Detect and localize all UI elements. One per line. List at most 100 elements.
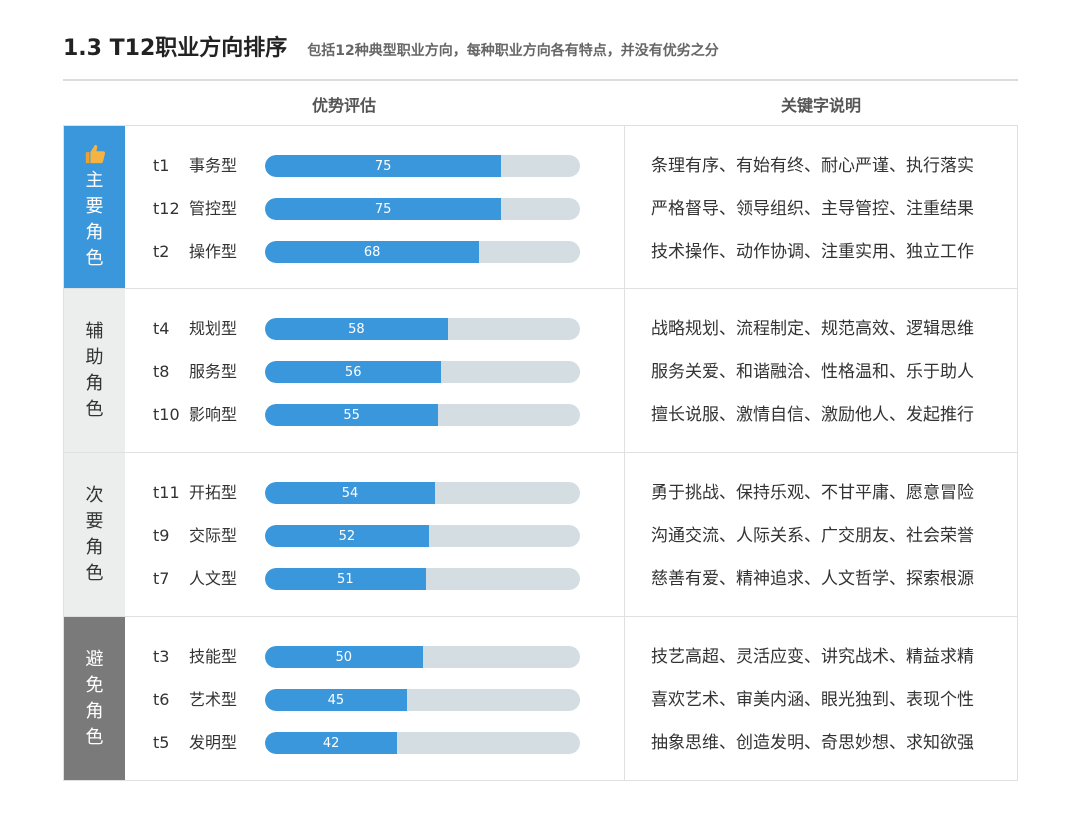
score-bar-fill: 75 <box>265 198 502 220</box>
evaluation-row: t4 规划型 58 <box>125 316 624 342</box>
type-name: 事务型 <box>189 156 238 175</box>
type-name: 发明型 <box>189 733 238 752</box>
score-bar-fill: 50 <box>265 646 423 668</box>
evaluation-row: t9 交际型 52 <box>125 523 624 549</box>
score-bar-track: 56 <box>265 361 580 383</box>
role-label-char: 角 <box>85 222 104 243</box>
score-bar-fill: 54 <box>265 482 436 504</box>
page-title: 1.3 T12职业方向排序 <box>63 36 288 61</box>
keyword-text: 条理有序、有始有终、耐心严谨、执行落实 <box>651 156 974 176</box>
type-code: t2 <box>153 242 170 261</box>
type-name: 开拓型 <box>189 483 238 502</box>
type-name: 技能型 <box>189 647 238 666</box>
type-name: 操作型 <box>189 242 238 261</box>
type-name: 艺术型 <box>189 690 238 709</box>
type-name: 影响型 <box>189 405 238 424</box>
role-label-char: 免 <box>85 674 104 696</box>
type-name: 规划型 <box>189 319 238 338</box>
type-code: t3 <box>153 647 170 666</box>
evaluation-row: t6 艺术型 45 <box>125 687 624 713</box>
role-label-char: 助 <box>85 346 104 368</box>
score-bar-track: 68 <box>265 241 580 263</box>
role-label-char: 色 <box>85 726 104 748</box>
score-bar-fill: 56 <box>265 361 442 383</box>
role-group: 避免角色 t3 技能型 50 t6 艺术型 45 t5 发明型 42 技艺高超、灵活应变、讲究战术、… <box>63 617 1018 781</box>
evaluation-rows: t11 开拓型 54 t9 交际型 52 t7 人文型 51 <box>125 453 624 616</box>
score-bar-track: 54 <box>265 482 580 504</box>
score-bar-track: 45 <box>265 689 580 711</box>
keyword-text: 技术操作、动作协调、注重实用、独立工作 <box>651 242 974 262</box>
keyword-rows: 技艺高超、灵活应变、讲究战术、精益求精 喜欢艺术、审美内涵、眼光独到、表现个性 抽象… <box>625 617 1017 780</box>
evaluation-row: t10 影响型 55 <box>125 402 624 428</box>
role-groups: 主要角色 t1 事务型 75 t12 管控型 75 t2 操作型 68 条理有序、有始有终、耐心严谨… <box>63 125 1018 781</box>
score-bar-fill: 42 <box>265 732 398 754</box>
role-label: 避免角色 <box>64 617 125 780</box>
type-code: t5 <box>153 733 170 752</box>
evaluation-row: t12 管控型 75 <box>125 196 624 222</box>
type-code: t9 <box>153 526 170 545</box>
role-label-char: 角 <box>85 700 104 722</box>
keyword-text: 慈善有爱、精神追求、人文哲学、探索根源 <box>651 569 974 589</box>
thumbs-up-icon <box>85 144 105 164</box>
keyword-text: 服务关爱、和谐融洽、性格温和、乐于助人 <box>651 362 974 382</box>
role-label: 主要角色 <box>64 126 125 288</box>
role-label-char: 角 <box>85 536 104 558</box>
role-label-char: 色 <box>85 398 104 420</box>
type-code: t4 <box>153 319 170 338</box>
keyword-text: 喜欢艺术、审美内涵、眼光独到、表现个性 <box>651 690 974 710</box>
score-bar-fill: 75 <box>265 155 502 177</box>
column-header-keywords: 关键字说明 <box>780 96 861 115</box>
score-bar-track: 75 <box>265 155 580 177</box>
score-bar-fill: 51 <box>265 568 426 590</box>
keyword-text: 技艺高超、灵活应变、讲究战术、精益求精 <box>651 647 974 667</box>
type-code: t1 <box>153 156 170 175</box>
page-header: 1.3 T12职业方向排序 包括12种典型职业方向，每种职业方向各有特点，并没有… <box>63 30 719 62</box>
type-code: t7 <box>153 569 170 588</box>
type-name: 交际型 <box>189 526 238 545</box>
type-name: 人文型 <box>189 569 238 588</box>
role-label-char: 色 <box>85 562 104 584</box>
score-bar-track: 52 <box>265 525 580 547</box>
keyword-text: 勇于挑战、保持乐观、不甘平庸、愿意冒险 <box>651 483 974 503</box>
keyword-text: 严格督导、领导组织、主导管控、注重结果 <box>651 199 974 219</box>
evaluation-row: t8 服务型 56 <box>125 359 624 385</box>
keyword-text: 沟通交流、人际关系、广交朋友、社会荣誉 <box>651 526 974 546</box>
evaluation-rows: t3 技能型 50 t6 艺术型 45 t5 发明型 42 <box>125 617 624 780</box>
type-name: 服务型 <box>189 362 238 381</box>
keyword-text: 擅长说服、激情自信、激励他人、发起推行 <box>651 405 974 425</box>
score-bar-fill: 55 <box>265 404 439 426</box>
role-label-char: 色 <box>85 248 104 269</box>
role-label-char: 主 <box>85 170 104 191</box>
score-bar-track: 75 <box>265 198 580 220</box>
keyword-text: 战略规划、流程制定、规范高效、逻辑思维 <box>651 319 974 339</box>
evaluation-row: t11 开拓型 54 <box>125 480 624 506</box>
score-bar-fill: 52 <box>265 525 429 547</box>
keyword-text: 抽象思维、创造发明、奇思妙想、求知欲强 <box>651 733 974 753</box>
page-subtitle: 包括12种典型职业方向，每种职业方向各有特点，并没有优劣之分 <box>307 43 719 59</box>
keyword-rows: 条理有序、有始有终、耐心严谨、执行落实 严格督导、领导组织、主导管控、注重结果 技术… <box>625 126 1017 288</box>
evaluation-row: t5 发明型 42 <box>125 730 624 756</box>
type-code: t6 <box>153 690 170 709</box>
type-name: 管控型 <box>189 199 238 218</box>
role-group: 主要角色 t1 事务型 75 t12 管控型 75 t2 操作型 68 条理有序、有始有终、耐心严谨… <box>63 125 1018 289</box>
keyword-rows: 战略规划、流程制定、规范高效、逻辑思维 服务关爱、和谐融洽、性格温和、乐于助人 擅长… <box>625 289 1017 452</box>
evaluation-row: t3 技能型 50 <box>125 644 624 670</box>
role-label-char: 要 <box>85 510 104 532</box>
score-bar-track: 42 <box>265 732 580 754</box>
score-bar-fill: 58 <box>265 318 448 340</box>
role-label-char: 要 <box>85 196 104 217</box>
role-group: 辅助角色 t4 规划型 58 t8 服务型 56 t10 影响型 55 战略规划、流程制定、规范高效… <box>63 289 1018 453</box>
type-code: t10 <box>153 405 180 424</box>
evaluation-row: t1 事务型 75 <box>125 153 624 179</box>
score-bar-track: 58 <box>265 318 580 340</box>
role-label-char: 避 <box>85 648 104 670</box>
role-label-char: 辅 <box>85 320 104 342</box>
role-label-char: 角 <box>85 372 104 394</box>
header-divider <box>63 79 1018 81</box>
score-bar-fill: 68 <box>265 241 480 263</box>
role-label-char: 次 <box>85 484 104 506</box>
type-code: t8 <box>153 362 170 381</box>
evaluation-rows: t4 规划型 58 t8 服务型 56 t10 影响型 55 <box>125 289 624 452</box>
evaluation-row: t2 操作型 68 <box>125 239 624 265</box>
type-code: t12 <box>153 199 180 218</box>
